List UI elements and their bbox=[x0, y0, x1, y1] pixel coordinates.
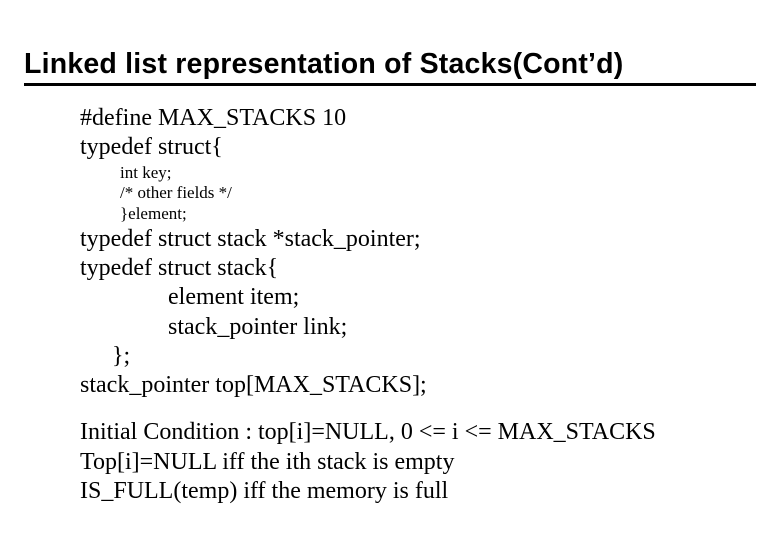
note-is-full: IS_FULL(temp) iff the memory is full bbox=[80, 477, 746, 506]
code-line-element-close: }element; bbox=[80, 204, 746, 225]
note-top-null: Top[i]=NULL iff the ith stack is empty bbox=[80, 448, 746, 477]
code-line-int-key: int key; bbox=[80, 163, 746, 184]
code-line-struct-close: }; bbox=[80, 342, 746, 371]
slide-body: #define MAX_STACKS 10 typedef struct{ in… bbox=[24, 104, 756, 506]
code-line-define: #define MAX_STACKS 10 bbox=[80, 104, 746, 133]
code-line-typedef-struct-open: typedef struct{ bbox=[80, 133, 746, 162]
slide-title: Linked list representation of Stacks(Con… bbox=[24, 48, 756, 81]
note-initial-condition: Initial Condition : top[i]=NULL, 0 <= i … bbox=[80, 418, 746, 447]
code-line-other-fields: /* other fields */ bbox=[80, 183, 746, 204]
code-line-struct-stack-open: typedef struct stack{ bbox=[80, 254, 746, 283]
code-line-link: stack_pointer link; bbox=[80, 313, 746, 342]
title-bar: Linked list representation of Stacks(Con… bbox=[24, 48, 756, 86]
code-line-top-array: stack_pointer top[MAX_STACKS]; bbox=[80, 371, 746, 400]
code-line-stack-pointer: typedef struct stack *stack_pointer; bbox=[80, 225, 746, 254]
code-line-element-item: element item; bbox=[80, 283, 746, 312]
